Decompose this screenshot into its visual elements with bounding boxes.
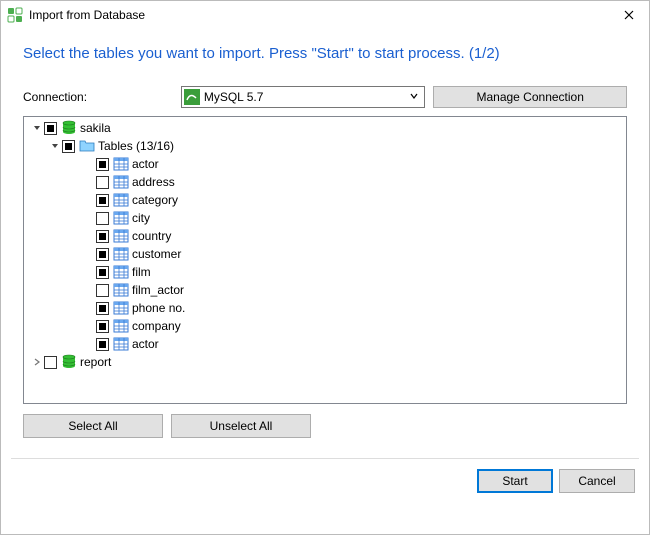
- node-label: Tables (13/16): [98, 139, 174, 153]
- tree-node-tables-group[interactable]: Tables (13/16): [24, 137, 626, 155]
- node-label: address: [132, 175, 175, 189]
- node-label: category: [132, 193, 178, 207]
- database-icon: [61, 354, 77, 370]
- node-label: actor: [132, 157, 159, 171]
- node-label: sakila: [80, 121, 111, 135]
- chevron-down-icon: [406, 92, 422, 103]
- table-icon: [113, 156, 129, 172]
- table-tree[interactable]: sakila Tables (13/16) actor address catego…: [23, 116, 627, 404]
- node-label: actor: [132, 337, 159, 351]
- window-title: Import from Database: [29, 8, 617, 22]
- node-label: company: [132, 319, 181, 333]
- tree-node-table[interactable]: address: [24, 173, 626, 191]
- start-button[interactable]: Start: [477, 469, 553, 493]
- node-label: report: [80, 355, 111, 369]
- checkbox[interactable]: [96, 176, 109, 189]
- unselect-all-button[interactable]: Unselect All: [171, 414, 311, 438]
- select-all-button[interactable]: Select All: [23, 414, 163, 438]
- node-label: film: [132, 265, 151, 279]
- checkbox[interactable]: [96, 302, 109, 315]
- table-icon: [113, 264, 129, 280]
- tree-node-table[interactable]: city: [24, 209, 626, 227]
- checkbox[interactable]: [96, 248, 109, 261]
- mysql-icon: [184, 89, 200, 105]
- tree-node-table[interactable]: phone no.: [24, 299, 626, 317]
- folder-icon: [79, 138, 95, 154]
- table-icon: [113, 210, 129, 226]
- checkbox[interactable]: [96, 212, 109, 225]
- node-label: city: [132, 211, 150, 225]
- checkbox[interactable]: [44, 122, 57, 135]
- table-icon: [113, 300, 129, 316]
- manage-connection-button[interactable]: Manage Connection: [433, 86, 627, 108]
- titlebar: Import from Database: [1, 1, 649, 29]
- collapse-icon[interactable]: [48, 139, 62, 153]
- footer-buttons: Start Cancel: [1, 459, 649, 493]
- tree-node-table[interactable]: country: [24, 227, 626, 245]
- table-icon: [113, 282, 129, 298]
- checkbox[interactable]: [96, 158, 109, 171]
- table-icon: [113, 318, 129, 334]
- close-icon[interactable]: [617, 7, 641, 23]
- table-icon: [113, 336, 129, 352]
- tree-node-table[interactable]: category: [24, 191, 626, 209]
- tree-node-table[interactable]: actor: [24, 155, 626, 173]
- app-icon: [7, 7, 23, 23]
- database-icon: [61, 120, 77, 136]
- tree-node-table[interactable]: film_actor: [24, 281, 626, 299]
- instruction-text: Select the tables you want to import. Pr…: [1, 29, 649, 86]
- table-icon: [113, 246, 129, 262]
- node-label: film_actor: [132, 283, 184, 297]
- tree-node-database[interactable]: sakila: [24, 119, 626, 137]
- connection-value: MySQL 5.7: [204, 90, 407, 104]
- table-icon: [113, 192, 129, 208]
- checkbox[interactable]: [96, 284, 109, 297]
- checkbox[interactable]: [96, 266, 109, 279]
- tree-node-table[interactable]: film: [24, 263, 626, 281]
- checkbox[interactable]: [96, 338, 109, 351]
- checkbox[interactable]: [96, 230, 109, 243]
- table-icon: [113, 228, 129, 244]
- connection-row: Connection: MySQL 5.7 Manage Connection: [1, 86, 649, 114]
- checkbox[interactable]: [62, 140, 75, 153]
- table-icon: [113, 174, 129, 190]
- tree-node-table[interactable]: company: [24, 317, 626, 335]
- expand-icon[interactable]: [30, 355, 44, 369]
- tree-node-table[interactable]: actor: [24, 335, 626, 353]
- cancel-button[interactable]: Cancel: [559, 469, 635, 493]
- node-label: customer: [132, 247, 181, 261]
- connection-label: Connection:: [23, 90, 173, 104]
- checkbox[interactable]: [96, 194, 109, 207]
- checkbox[interactable]: [96, 320, 109, 333]
- connection-select[interactable]: MySQL 5.7: [181, 86, 426, 108]
- tree-node-database[interactable]: report: [24, 353, 626, 371]
- node-label: country: [132, 229, 171, 243]
- checkbox[interactable]: [44, 356, 57, 369]
- tree-node-table[interactable]: customer: [24, 245, 626, 263]
- selection-buttons: Select All Unselect All: [1, 410, 649, 442]
- node-label: phone no.: [132, 301, 185, 315]
- collapse-icon[interactable]: [30, 121, 44, 135]
